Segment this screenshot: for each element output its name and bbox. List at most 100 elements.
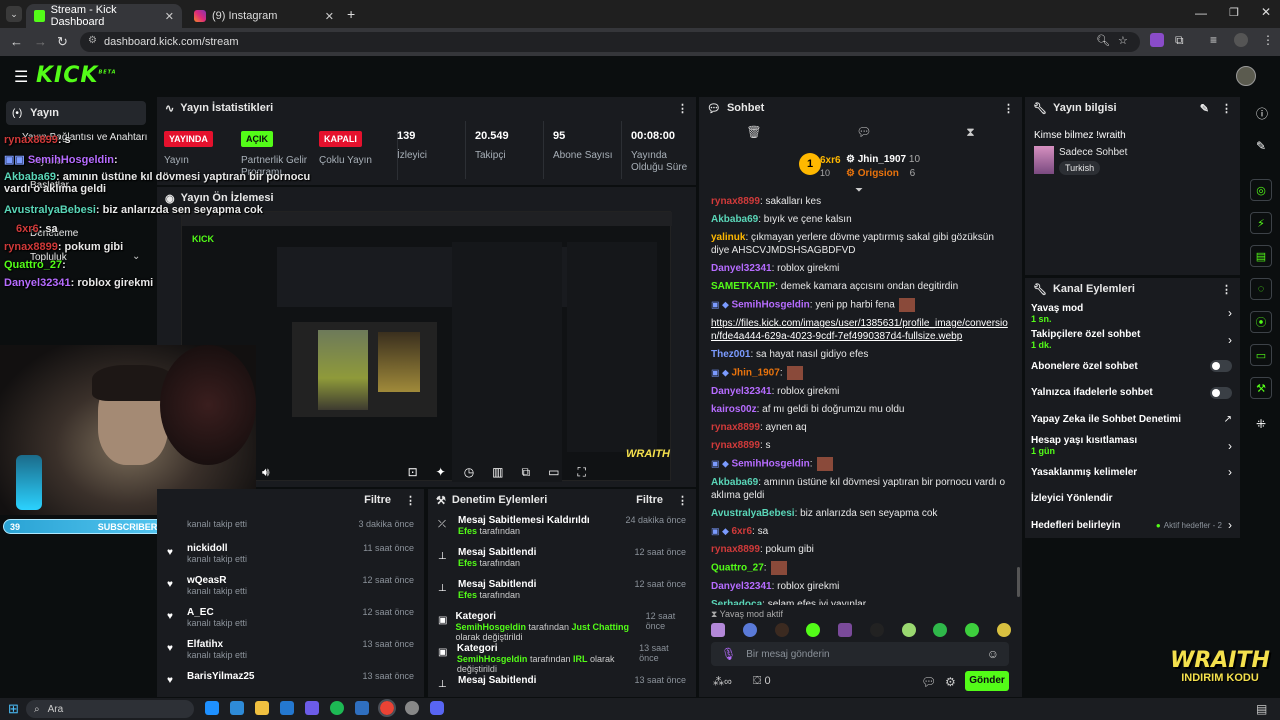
emote-icon[interactable] [933, 623, 948, 637]
channel-action-row[interactable]: Hesap yaşı kısıtlaması 1 gün › [1025, 433, 1240, 460]
emote-icon[interactable] [806, 623, 821, 637]
stats-icon[interactable]: ▥ [492, 465, 503, 479]
chat-settings-bubble-icon[interactable]: 💬︎ [921, 675, 936, 689]
chevron-right-icon[interactable]: › [1228, 465, 1232, 479]
modlog-actor[interactable]: SemihHosgeldin [457, 654, 528, 664]
bookmark-star-icon[interactable]: ☆ [1118, 34, 1128, 47]
channel-action-row[interactable]: Yapay Zeka ile Sohbet Denetimi ↗ [1025, 406, 1240, 433]
document-icon[interactable]: ▤ [1250, 245, 1272, 267]
pip-icon[interactable]: ⧉ [522, 465, 531, 480]
tab-search-icon[interactable]: ⌄ [6, 6, 22, 22]
edit-icon[interactable]: ✎ [1256, 139, 1266, 153]
channel-action-row[interactable]: Yasaklanmış kelimeler › [1025, 459, 1240, 486]
windows-start-icon[interactable]: ⊞ [8, 701, 19, 717]
chat-username[interactable]: Danyel32341 [711, 386, 772, 397]
close-tab-icon[interactable]: ✕ [325, 10, 334, 23]
channel-action-row[interactable]: Yavaş mod 1 sn. › [1025, 300, 1240, 327]
crop-icon[interactable]: ⊡ [408, 465, 418, 479]
chat-username[interactable]: AvustralyaBebesi [711, 508, 795, 519]
theater-icon[interactable]: ▭ [548, 465, 559, 479]
chat-username[interactable]: Akbaba69 [711, 477, 758, 488]
chevron-right-icon[interactable]: › [1228, 333, 1232, 347]
taskbar-search[interactable]: ⌕ Ara [26, 700, 194, 718]
chat-username[interactable]: Jhin_1907 [731, 368, 779, 379]
chat-username[interactable]: rynax8899 [711, 544, 760, 555]
emote-icon[interactable] [711, 623, 725, 637]
more-menu-icon[interactable]: ⋮ [1221, 102, 1232, 115]
extensions-puzzle-icon[interactable]: ⧉ [1175, 33, 1184, 48]
reactions-icon[interactable]: ⁂∞ [713, 675, 732, 688]
chrome-icon[interactable] [378, 699, 396, 717]
channel-action-row[interactable]: Takipçilere özel sohbet 1 dk. › [1025, 327, 1240, 354]
toggle-switch[interactable] [1210, 386, 1232, 399]
trash-icon[interactable]: 🗑︎ [746, 125, 761, 143]
chat-username[interactable]: Akbaba69 [711, 214, 758, 225]
follower-name[interactable]: A_EC [187, 607, 247, 618]
tab-kick-dashboard[interactable]: Stream - Kick Dashboard ✕ [26, 4, 182, 28]
chat-username[interactable]: Serhadoca [711, 599, 762, 605]
emote-icon[interactable] [774, 623, 789, 637]
channel-action-row[interactable]: Hedefleri belirleyin ● Aktif hedefler - 2 › [1025, 512, 1240, 539]
more-menu-icon[interactable]: ⋮ [1221, 283, 1232, 296]
kick-logo[interactable]: KICKBETA [36, 63, 117, 88]
more-menu-icon[interactable]: ⋮ [405, 494, 416, 507]
channel-action-row[interactable]: İzleyici Yönlendir [1025, 486, 1240, 513]
more-menu-icon[interactable]: ⋮ [677, 494, 688, 507]
broadcast-icon[interactable]: ⦿ [1250, 311, 1272, 333]
chat-username[interactable]: yalinuk [711, 232, 745, 243]
site-info-icon[interactable]: ⚙ [88, 35, 97, 46]
back-icon[interactable]: ← [10, 34, 23, 49]
hamburger-menu-icon[interactable]: ☰ [14, 67, 28, 87]
follower-name[interactable]: BarisYilmaz25 [187, 671, 254, 682]
chat-username[interactable]: 6xr6 [731, 526, 752, 537]
more-menu-icon[interactable]: ⋮ [1003, 102, 1014, 115]
forward-icon[interactable]: → [34, 34, 47, 49]
user-avatar[interactable] [1236, 66, 1256, 86]
more-menu-icon[interactable]: ⋮ [677, 102, 688, 115]
chat-username[interactable]: rynax8899 [711, 440, 760, 451]
chat-bubble-icon[interactable]: 💬︎ [856, 125, 871, 143]
toggle-switch[interactable] [1210, 360, 1232, 373]
app-icon[interactable] [355, 701, 369, 715]
modlog-actor[interactable]: Efes [458, 558, 477, 568]
profile-avatar[interactable] [1234, 33, 1248, 47]
emote-icon[interactable] [742, 623, 757, 637]
modlog-actor[interactable]: Efes [458, 526, 477, 536]
edge-icon[interactable] [205, 701, 219, 715]
hourglass-icon[interactable]: ⧗ [966, 125, 974, 143]
emoji-icon[interactable]: ☺ [987, 647, 999, 661]
store-icon[interactable] [305, 701, 319, 715]
new-tab-icon[interactable]: + [347, 6, 355, 22]
fullscreen-icon[interactable]: ⛶ [577, 465, 585, 480]
emote-icon[interactable] [869, 623, 884, 637]
modlog-actor[interactable]: SemihHosgeldin [455, 622, 526, 632]
browser-menu-icon[interactable]: ⋮ [1262, 33, 1274, 47]
url-bar[interactable]: ⚙ dashboard.kick.com/stream 🔍︎ ☆ [80, 32, 1140, 52]
wrench-icon[interactable]: ⚒ [1250, 377, 1272, 399]
chat-username[interactable]: Danyel32341 [711, 581, 772, 592]
notification-icon[interactable]: ▤ [1256, 702, 1267, 716]
folder-icon[interactable] [255, 701, 269, 715]
sidebar-item-yayin[interactable]: (•) Yayın [6, 101, 146, 125]
minimize-icon[interactable]: — [1195, 6, 1207, 20]
mic-icon[interactable]: 🎙︎ [721, 647, 736, 661]
edit-pencil-icon[interactable]: ✎ [1200, 102, 1209, 115]
outlook-icon[interactable] [280, 701, 294, 715]
external-link-icon[interactable]: ↗ [1224, 414, 1232, 425]
reload-icon[interactable]: ↻ [57, 34, 68, 50]
chat-username[interactable]: SAMETKATIP [711, 281, 775, 292]
chat-username[interactable]: rynax8899 [711, 422, 760, 433]
timer-icon[interactable]: ◷ [464, 465, 474, 479]
gifter-3[interactable]: ⚙ Origsion 6 [846, 168, 915, 179]
monitor-icon[interactable]: ▭ [1250, 344, 1272, 366]
maximize-icon[interactable]: ❐ [1229, 6, 1239, 19]
chat-username[interactable]: Danyel32341 [711, 263, 772, 274]
obs-icon[interactable] [405, 701, 419, 715]
add-widget-icon[interactable]: ⁜ [1256, 417, 1266, 431]
chevron-right-icon[interactable]: › [1228, 439, 1232, 453]
emote-icon[interactable] [996, 623, 1011, 637]
follower-name[interactable]: Elfatihx [187, 639, 247, 650]
channel-action-row[interactable]: Abonelere özel sohbet [1025, 353, 1240, 380]
chat-username[interactable]: rynax8899 [711, 196, 760, 207]
filter-button[interactable]: Filtre [364, 494, 391, 506]
